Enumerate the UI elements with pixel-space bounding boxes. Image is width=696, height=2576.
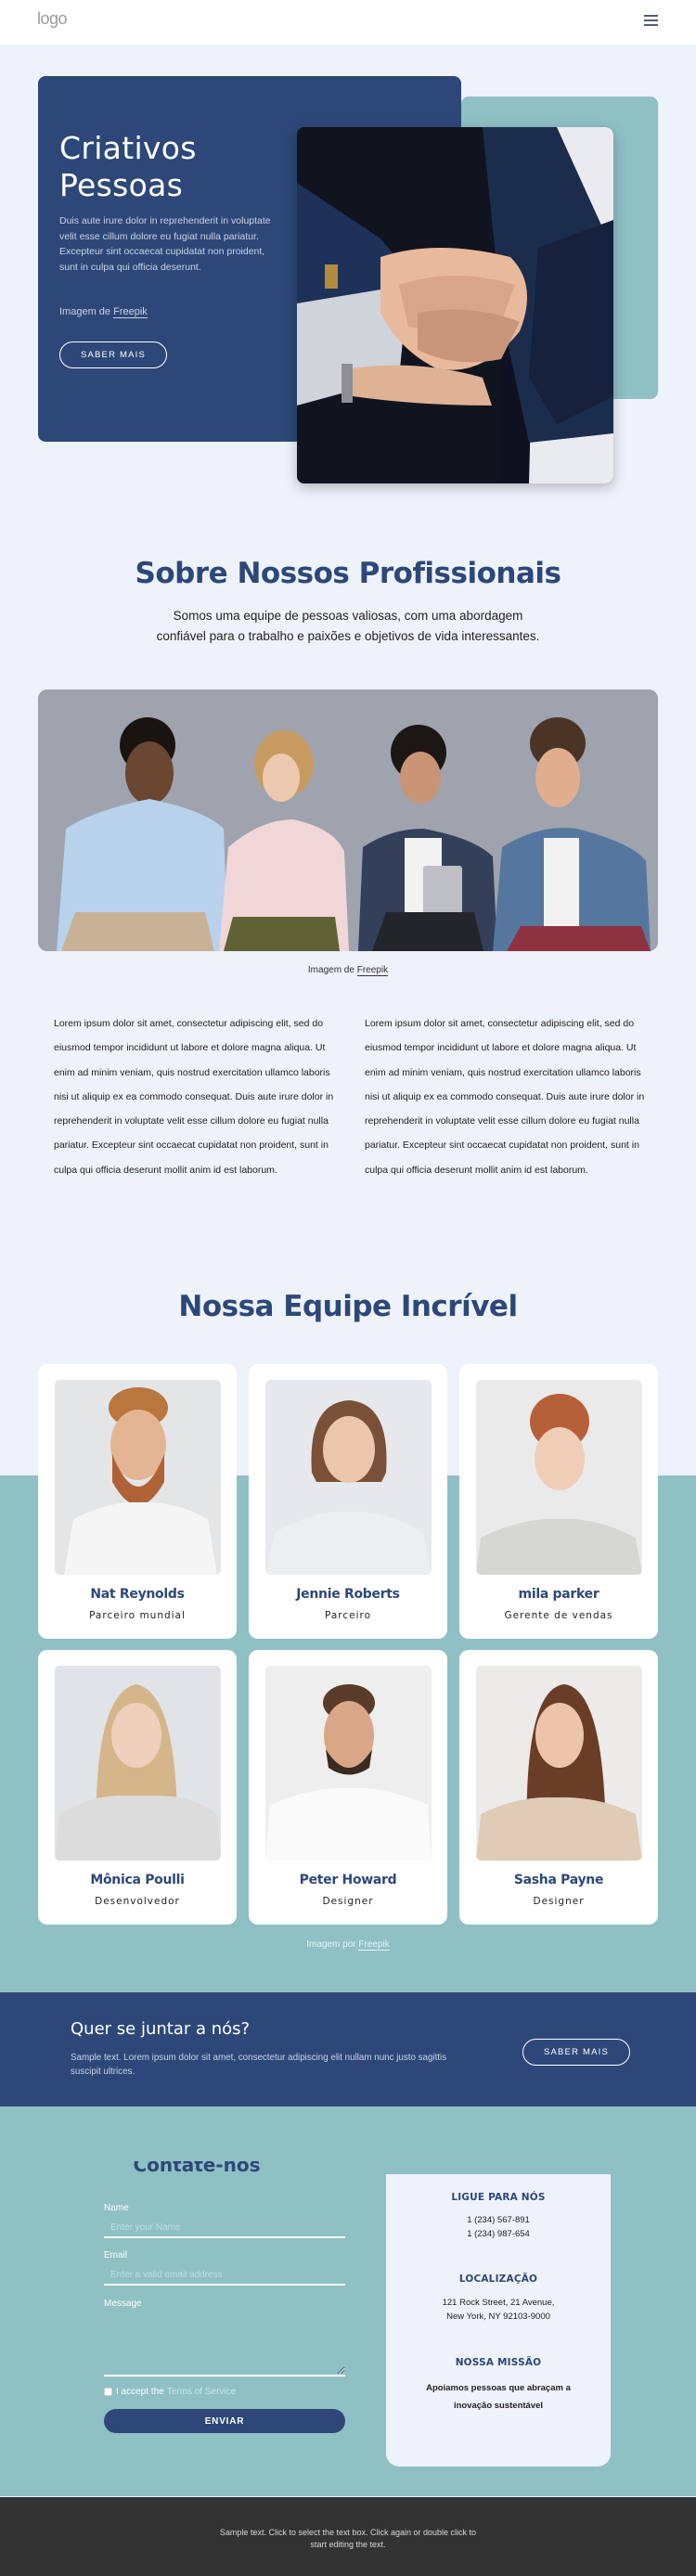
member-name: Mônica Poulli [90, 1873, 185, 1887]
member-role: Designer [533, 1896, 585, 1907]
mission-heading: NOSSA MISSÃO [455, 2357, 542, 2368]
member-role: Parceiro mundial [89, 1610, 186, 1621]
team-image-credit: Imagem por Freepik [0, 1939, 696, 1951]
member-name: Nat Reynolds [90, 1587, 185, 1602]
about-freepik-link[interactable]: Freepik [356, 965, 389, 976]
hero-title-line-2: Pessoas [59, 167, 184, 203]
hero-learn-more-button[interactable]: SABER MAIS [59, 341, 167, 368]
name-input[interactable] [104, 2218, 345, 2238]
message-field-label: Message [104, 2299, 142, 2309]
about-section-subtitle: Somos uma equipe de pessoas valiosas, co… [156, 609, 540, 643]
about-group-photo [38, 689, 658, 951]
team-card: Nat Reynolds Parceiro mundial [38, 1364, 237, 1639]
team-card: Peter Howard Designer [249, 1650, 447, 1925]
hero-description: Duis aute irure dolor in reprehenderit i… [59, 215, 271, 273]
team-freepik-link[interactable]: Freepik [358, 1939, 390, 1951]
member-photo [476, 1666, 642, 1861]
phone-number-1: 1 (234) 567-891 [467, 2215, 530, 2225]
phone-heading: LIGUE PARA NÓS [451, 2192, 546, 2203]
member-name: mila parker [518, 1587, 599, 1602]
about-paragraph-left: Lorem ipsum dolor sit amet, consectetur … [54, 1018, 334, 1176]
team-card: Sasha Payne Designer [459, 1650, 658, 1925]
hero-title-line-1: Criativos [59, 130, 197, 166]
mission-line-1: Apoiamos pessoas que abraçam a [426, 2383, 571, 2393]
join-us-title: Quer se juntar a nós? [71, 2019, 251, 2039]
member-name: Peter Howard [299, 1873, 397, 1887]
team-card: Jennie Roberts Parceiro [249, 1364, 447, 1639]
terms-acceptance-row: I accept the Terms of Service [104, 2387, 236, 2397]
address-line-1: 121 Rock Street, 21 Avenue, [442, 2298, 555, 2308]
terms-checkbox[interactable] [104, 2388, 112, 2396]
hamburger-menu-icon[interactable] [644, 15, 658, 27]
hero-team-hands-image [297, 127, 613, 483]
join-us-learn-more-button[interactable]: SABER MAIS [522, 2039, 630, 2066]
member-photo [55, 1666, 221, 1861]
member-photo [265, 1666, 432, 1861]
about-section-title: Sobre Nossos Profissionais [135, 557, 561, 590]
site-header: logo [0, 0, 696, 45]
about-credit-prefix: Imagem de [307, 965, 354, 975]
team-credit-prefix: Imagem por [306, 1939, 356, 1950]
submit-button[interactable]: ENVIAR [104, 2409, 345, 2433]
member-photo [55, 1380, 221, 1575]
footer-text: Sample text. Click to select the text bo… [219, 2528, 477, 2549]
mission-line-2: inovação sustentável [453, 2401, 544, 2411]
logo[interactable]: logo [37, 9, 68, 29]
team-card: Mônica Poulli Desenvolvedor [38, 1650, 237, 1925]
email-input[interactable] [104, 2265, 345, 2286]
email-field-label: Email [104, 2250, 128, 2260]
location-heading: LOCALIZAÇÃO [458, 2273, 538, 2285]
member-role: Parceiro [324, 1610, 372, 1621]
hero-freepik-link[interactable]: Freepik [113, 306, 148, 318]
join-us-text: Sample text. Lorem ipsum dolor sit amet,… [71, 2053, 447, 2077]
address-line-2: New York, NY 92103-9000 [446, 2312, 550, 2322]
name-field-label: Name [104, 2203, 129, 2213]
team-card: mila parker Gerente de vendas [459, 1364, 658, 1639]
member-role: Designer [322, 1896, 374, 1907]
contact-title: Contate-nos [104, 2161, 290, 2177]
hero-title: Criativos Pessoas [59, 130, 301, 204]
hero-credit-prefix: Imagem de [59, 306, 111, 317]
member-role: Gerente de vendas [504, 1610, 613, 1621]
about-image-credit: Imagem de Freepik [0, 965, 696, 976]
phone-number-2: 1 (234) 987-654 [467, 2229, 530, 2239]
message-textarea[interactable] [104, 2316, 345, 2376]
member-name: Jennie Roberts [296, 1587, 400, 1602]
about-paragraph-right: Lorem ipsum dolor sit amet, consectetur … [365, 1018, 645, 1176]
contact-title-text: Contate-nos [133, 2161, 261, 2176]
member-photo [476, 1380, 642, 1575]
member-role: Desenvolvedor [95, 1896, 180, 1907]
member-photo [265, 1380, 432, 1575]
team-section-title: Nossa Equipe Incrível [178, 1290, 518, 1323]
member-name: Sasha Payne [513, 1873, 604, 1887]
terms-accept-label: I accept the [116, 2387, 164, 2397]
hero-image-credit: Imagem de Freepik [59, 306, 148, 318]
terms-of-service-link[interactable]: Terms of Service [167, 2387, 236, 2397]
